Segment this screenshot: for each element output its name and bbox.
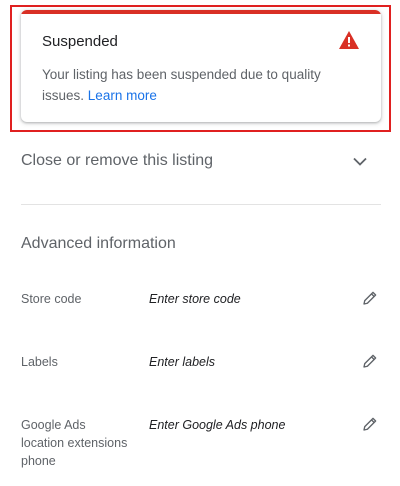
close-remove-listing-row[interactable]: Close or remove this listing (21, 140, 381, 184)
edit-pencil-icon (363, 291, 377, 305)
labels-label: Labels (21, 355, 58, 369)
google-ads-phone-label: Google Ads location extensions phone (21, 418, 128, 468)
edit-pencil-icon (363, 354, 377, 368)
advanced-information-title: Advanced information (21, 235, 176, 252)
edit-store-code-button[interactable] (359, 287, 381, 309)
suspended-status-card: Suspended Your listing has been suspende… (21, 10, 381, 122)
store-code-label: Store code (21, 292, 82, 306)
learn-more-link[interactable]: Learn more (88, 88, 157, 103)
close-remove-listing-label: Close or remove this listing (21, 152, 214, 169)
store-code-input[interactable]: Enter store code (149, 290, 241, 308)
edit-pencil-icon (363, 417, 377, 431)
status-title: Suspended (42, 33, 118, 50)
status-message: Your listing has been suspended due to q… (42, 64, 362, 106)
google-ads-phone-input[interactable]: Enter Google Ads phone (149, 416, 285, 434)
warning-icon (339, 31, 359, 49)
labels-input[interactable]: Enter labels (149, 353, 215, 371)
status-message-text: Your listing has been suspended due to q… (42, 67, 321, 103)
edit-google-ads-phone-button[interactable] (359, 413, 381, 435)
chevron-down-icon (353, 157, 367, 166)
section-divider (21, 204, 381, 205)
status-accent-bar (21, 10, 381, 14)
edit-labels-button[interactable] (359, 350, 381, 372)
